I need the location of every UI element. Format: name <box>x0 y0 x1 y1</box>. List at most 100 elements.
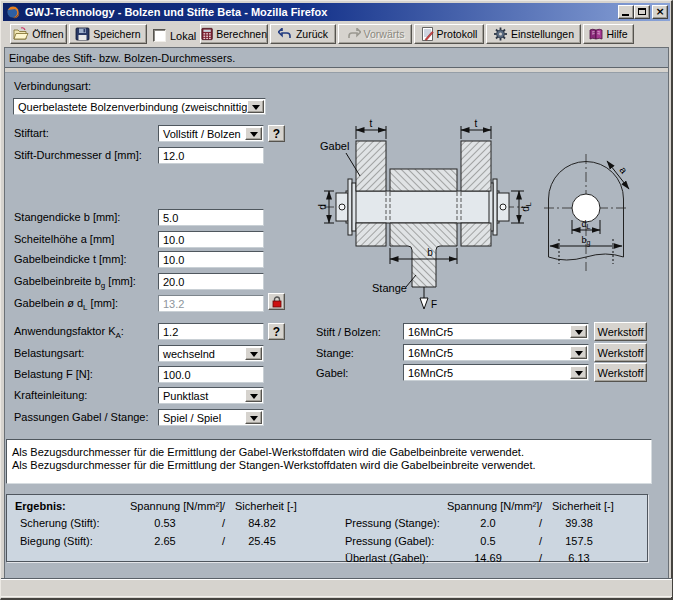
stangendicke-input[interactable]: 5.0 <box>158 209 264 226</box>
lock-icon <box>271 296 283 308</box>
local-checkbox[interactable] <box>153 29 166 42</box>
stangendicke-label: Stangendicke b [mm]: <box>14 211 120 223</box>
stiftart-label: Stiftart: <box>14 127 49 139</box>
gabelbeindicke-input[interactable]: 10.0 <box>158 251 264 268</box>
gabelbeinbreite-input[interactable]: 20.0 <box>158 273 264 290</box>
dim-bg: bg <box>582 235 591 247</box>
notes-box: Als Bezugsdurchmesser für die Ermittlung… <box>6 439 652 484</box>
verbindungsart-label: Verbindungsart: <box>14 80 91 92</box>
material-stift-label: Stift / Bolzen: <box>316 326 381 338</box>
settings-button[interactable]: Einstellungen <box>486 24 581 44</box>
belastungsart-label: Belastungsart: <box>14 347 84 359</box>
back-arrow-icon <box>278 28 293 40</box>
help-button[interactable]: Hilfe <box>583 24 634 44</box>
belastungsart-select[interactable]: wechselnd <box>158 345 264 362</box>
col-safety-right: Sicherheit [-] <box>552 500 614 512</box>
results-panel: Ergebnis: Spannung [N/mm²] / Sicherheit … <box>6 494 648 562</box>
stiftart-select[interactable]: Vollstift / Bolzen <box>158 125 264 142</box>
gabelbein-dl-lock-button[interactable] <box>268 293 285 310</box>
dim-t-left: t <box>370 118 373 129</box>
calculate-button[interactable]: Berechnen <box>200 24 268 44</box>
result-row-label: Pressung (Stange): <box>345 517 440 529</box>
dim-a: a <box>617 164 629 176</box>
gabel-label: Gabel <box>320 140 349 152</box>
material-stift-select[interactable]: 16MnCr5 <box>403 323 589 340</box>
gabelbein-dl-input: 13.2 <box>158 295 264 312</box>
anwendungsfaktor-input[interactable]: 1.2 <box>158 323 264 340</box>
result-row-label: Überlast (Gabel): <box>345 552 429 564</box>
protocol-document-icon <box>421 27 434 41</box>
local-checkbox-row: Lokal <box>153 29 196 42</box>
forward-button[interactable]: Vorwärts <box>338 24 412 44</box>
stiftart-help-button[interactable]: ? <box>268 125 285 142</box>
firefox-icon <box>6 5 20 19</box>
calculator-icon <box>201 27 213 41</box>
stift-durchmesser-input[interactable]: 12.0 <box>158 147 264 164</box>
save-floppy-icon <box>75 27 90 41</box>
message-line: Eingabe des Stift- bzw. Bolzen-Durchmess… <box>9 52 235 64</box>
dim-dl-side: dL <box>520 202 532 212</box>
scheitelhoehe-label: Scheitelhöhe a [mm] <box>14 233 114 245</box>
titlebar[interactable]: GWJ-Technology - Bolzen und Stifte Beta … <box>3 3 670 21</box>
main-panel: Eingabe des Stift- bzw. Bolzen-Durchmess… <box>4 47 669 578</box>
anwendungsfaktor-label: Anwendungsfaktor KA: <box>14 325 124 340</box>
passungen-label: Passungen Gabel / Stange: <box>14 411 149 423</box>
gabelbeindicke-label: Gabelbeindicke t [mm]: <box>14 253 127 265</box>
dropdown-arrow-icon[interactable] <box>245 389 262 402</box>
material-stange-label: Stange: <box>316 347 354 359</box>
scheitelhoehe-input[interactable]: 10.0 <box>158 231 264 248</box>
divider <box>5 67 668 73</box>
help-book-icon <box>589 28 603 41</box>
krafteinleitung-label: Krafteinleitung: <box>14 389 87 401</box>
dim-t-right: t <box>475 118 478 129</box>
window-title: GWJ-Technology - Bolzen und Stifte Beta … <box>25 6 327 18</box>
belastung-f-label: Belastung F [N]: <box>14 368 93 380</box>
passungen-select[interactable]: Spiel / Spiel <box>158 409 264 426</box>
open-button[interactable]: Öffnen <box>10 24 67 44</box>
dropdown-arrow-icon[interactable] <box>245 347 262 360</box>
minimize-icon <box>622 14 629 16</box>
dropdown-arrow-icon[interactable] <box>570 346 587 359</box>
verbindungsart-select[interactable]: Querbelastete Bolzenverbindung (zweischn… <box>13 98 266 115</box>
status-bar <box>1 578 672 597</box>
result-row-label: Scherung (Stift): <box>20 517 99 529</box>
close-icon: × <box>655 7 664 17</box>
close-button[interactable]: × <box>652 5 668 19</box>
dropdown-arrow-icon[interactable] <box>570 366 587 379</box>
gabelbeinbreite-label: Gabelbeinbreite bg [mm]: <box>14 275 136 290</box>
result-row-label: Pressung (Gabel): <box>345 535 434 547</box>
material-gabel-select[interactable]: 16MnCr5 <box>403 364 589 381</box>
col-safety-left: Sicherheit [-] <box>235 500 297 512</box>
back-button[interactable]: Zurück <box>270 24 336 44</box>
werkstoff-stift-button[interactable]: Werkstoff <box>594 322 647 341</box>
toolbar: Öffnen Speichern Lokal Berechnen Zu <box>3 21 670 47</box>
material-gabel-label: Gabel: <box>316 367 348 379</box>
maximize-button[interactable] <box>634 5 650 19</box>
dropdown-arrow-icon[interactable] <box>245 127 262 140</box>
krafteinleitung-select[interactable]: Punktlast <box>158 387 264 404</box>
dim-d: d <box>317 204 328 210</box>
result-row-label: Biegung (Stift): <box>20 535 93 547</box>
forward-arrow-icon <box>346 28 361 40</box>
force-f-label: F <box>431 299 437 310</box>
col-stress-right: Spannung [N/mm²] <box>447 500 539 512</box>
gabelbein-dl-label: Gabelbein ø dL [mm]: <box>14 297 118 312</box>
werkstoff-gabel-button[interactable]: Werkstoff <box>594 363 647 382</box>
save-button[interactable]: Speichern <box>69 24 147 44</box>
werkstoff-stange-button[interactable]: Werkstoff <box>594 343 647 362</box>
local-checkbox-label: Lokal <box>170 30 196 42</box>
dropdown-arrow-icon[interactable] <box>245 411 262 424</box>
note-line-1: Als Bezugsdurchmesser für die Ermittlung… <box>12 446 646 459</box>
note-line-2: Als Bezugsdurchmesser für die Ermittlung… <box>12 459 646 472</box>
material-stange-select[interactable]: 16MnCr5 <box>403 344 589 361</box>
stange-label: Stange <box>372 282 407 294</box>
dropdown-arrow-icon[interactable] <box>247 100 264 113</box>
maximize-icon <box>638 8 646 15</box>
dropdown-arrow-icon[interactable] <box>570 325 587 338</box>
protocol-button[interactable]: Protokoll <box>414 24 484 44</box>
results-heading: Ergebnis: <box>15 500 66 512</box>
belastung-f-input[interactable]: 100.0 <box>158 366 264 383</box>
anwendungsfaktor-help-button[interactable]: ? <box>268 323 285 340</box>
minimize-button[interactable] <box>618 5 634 19</box>
stift-durchmesser-label: Stift-Durchmesser d [mm]: <box>14 149 142 161</box>
